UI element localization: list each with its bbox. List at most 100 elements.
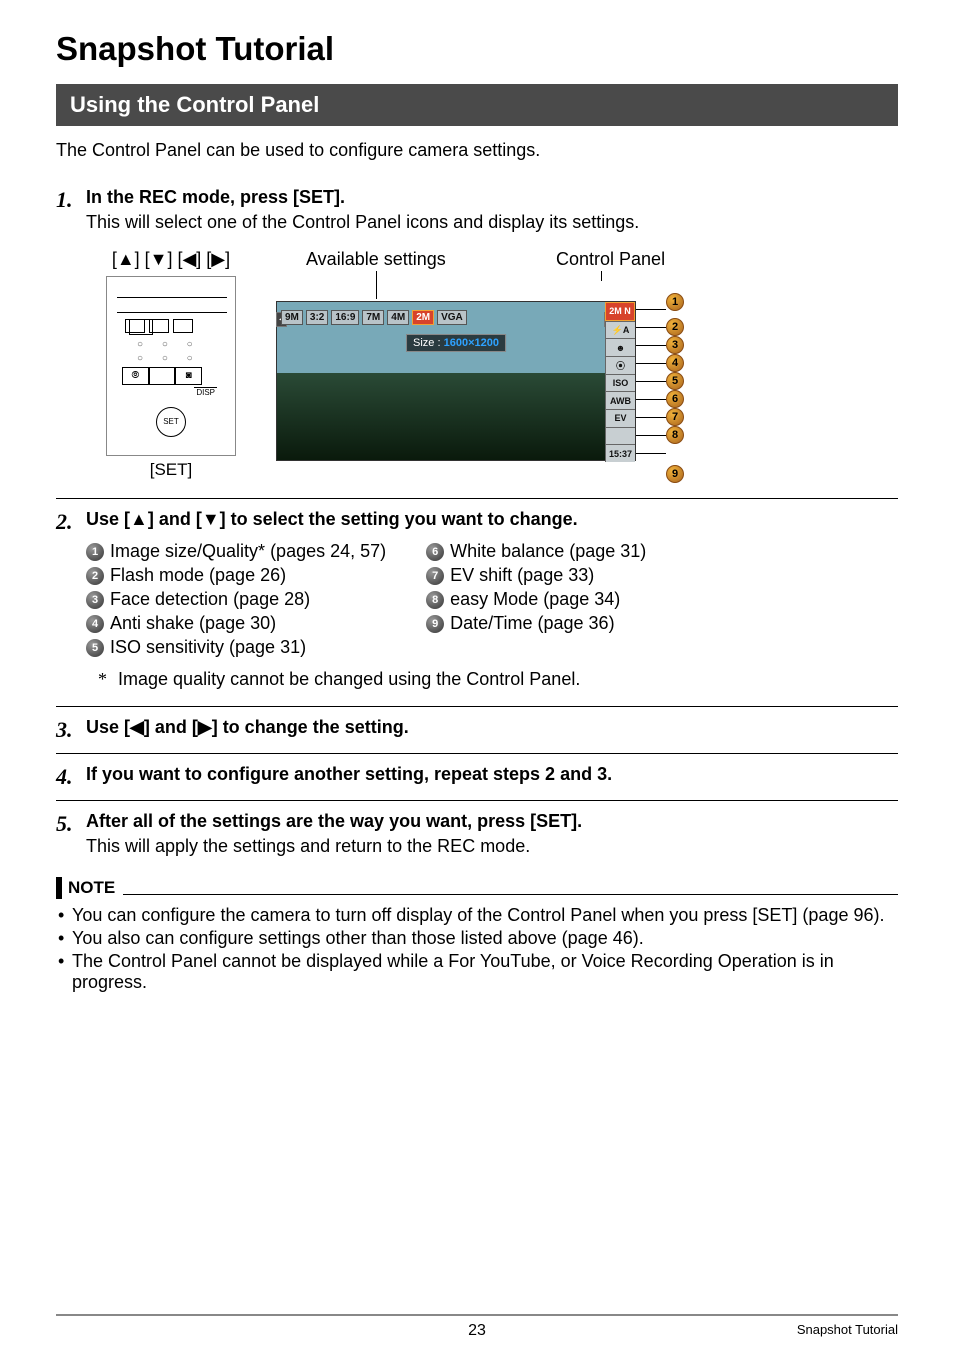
footer-section-text: Snapshot Tutorial [797,1322,898,1337]
callout-5: 5 [666,372,684,390]
cp-item-time: 15:37 [605,444,635,462]
note-rule [123,894,898,895]
step-separator [56,706,898,707]
lcd-option: VGA [437,310,467,325]
camera-lcd: ◂ 9M 3:2 16:9 7M 4M 2M VGA ▸ [276,301,636,461]
callout-2: 2 [666,318,684,336]
callout-3: 3 [666,336,684,354]
setting-text: EV shift (page 33) [450,565,594,586]
callout-7: 7 [666,408,684,426]
asterisk-icon: * [98,669,107,689]
callout-1: 1 [666,293,684,311]
cp-item-antishake: ⦿ [605,356,635,374]
footnote: * Image quality cannot be changed using … [98,669,898,690]
cp-item-flash: ⚡A [605,321,635,339]
cam-disp-label: DISP [194,387,217,397]
step-4: 4. If you want to configure another sett… [56,758,898,790]
callout-line [636,381,666,382]
control-panel-label: Control Panel [556,249,665,270]
document-title: Snapshot Tutorial [56,30,898,68]
setting-text: Face detection (page 28) [110,589,310,610]
step-5-desc: This will apply the settings and return … [86,836,898,857]
arrow-keys-label: [▲] [▼] [◀] [▶] [86,249,256,270]
callout-4: 4 [666,354,684,372]
settings-list: 1Image size/Quality* (pages 24, 57) 2 Fla… [86,538,898,661]
cam-dots: ○ ○ ○ [137,339,201,350]
lcd-size-readout: Size : 1600×1200 [406,334,506,352]
setting-text: Anti shake (page 30) [110,613,276,634]
callout-line [636,417,666,418]
step-number: 1. [56,187,86,488]
control-panel-column: 2M N ⚡A ☻ ⦿ ISO AWB EV 15:37 [605,302,635,462]
lcd-option-selected: 2M [412,310,434,325]
step-number: 2. [56,509,86,696]
step-number: 3. [56,717,86,743]
setting-text: Date/Time (page 36) [450,613,614,634]
available-settings-label: Available settings [306,249,446,270]
bubble-icon: 6 [426,543,444,561]
step-1-desc: This will select one of the Control Pane… [86,212,898,233]
cp-item-iso: ISO [605,374,635,392]
callout-line [636,363,666,364]
bubble-icon: 5 [86,639,104,657]
bubble-icon: 8 [426,591,444,609]
lcd-size-options: 9M 3:2 16:9 7M 4M 2M VGA [281,310,631,325]
section-header: Using the Control Panel [56,84,898,126]
setting-item: 6 White balance (page 31) [426,541,646,562]
footnote-text: Image quality cannot be changed using th… [118,669,580,689]
note-list: You can configure the camera to turn off… [58,905,898,993]
step-1-title: In the REC mode, press [SET]. [86,187,898,208]
step-5: 5. After all of the settings are the way… [56,805,898,857]
callout-9: 9 [666,465,684,483]
setting-item: 8 easy Mode (page 34) [426,589,646,610]
lcd-diagram: Available settings Control Panel ◂ 9M 3:… [276,249,898,467]
setting-text: Image size/Quality* (pages 24, 57) [110,541,386,562]
bubble-icon: 2 [86,567,104,585]
page-number: 23 [468,1322,486,1340]
bubble-icon: 9 [426,615,444,633]
note-bar-icon [56,877,62,899]
cam-mode-box [173,319,193,333]
note-item: You also can configure settings other th… [72,928,898,949]
callout-line [636,435,666,436]
setting-text: ISO sensitivity (page 31) [110,637,306,658]
lcd-option: 16:9 [331,310,359,325]
callout-8: 8 [666,426,684,444]
cam-mode-box [149,319,169,333]
step-separator [56,498,898,499]
cam-mode-box [125,319,145,333]
step-3-title: Use [◀] and [▶] to change the setting. [86,717,898,738]
note-block: NOTE You can configure the camera to tur… [56,877,898,993]
step-separator [56,800,898,801]
step-2-title: Use [▲] and [▼] to select the setting yo… [86,509,898,530]
bubble-icon: 4 [86,615,104,633]
lcd-size-prefix: Size : [413,337,441,349]
setting-item: 2 Flash mode (page 26) [86,565,386,586]
step-4-title: If you want to configure another setting… [86,764,898,785]
setting-text: White balance (page 31) [450,541,646,562]
lcd-size-value: 1600×1200 [444,337,499,349]
step-number: 4. [56,764,86,790]
setting-item: 1Image size/Quality* (pages 24, 57) [86,541,386,562]
footer-rule [56,1314,898,1316]
setting-text: Flash mode (page 26) [110,565,286,586]
lcd-option: 3:2 [306,310,328,325]
setting-text: easy Mode (page 34) [450,589,620,610]
step-separator [56,753,898,754]
step-number: 5. [56,811,86,857]
cam-dots: ○ ○ ○ [137,353,201,364]
bubble-icon: 7 [426,567,444,585]
step-2: 2. Use [▲] and [▼] to select the setting… [56,503,898,696]
cp-item-easy [605,427,635,445]
callout-line [636,345,666,346]
callout-line [636,453,666,454]
note-item: You can configure the camera to turn off… [72,905,898,926]
callout-6: 6 [666,390,684,408]
note-item: The Control Panel cannot be displayed wh… [72,951,898,993]
cp-item-image-size: 2M N [605,302,635,321]
step-3: 3. Use [◀] and [▶] to change the setting… [56,711,898,743]
setting-item: 5 ISO sensitivity (page 31) [86,637,386,658]
setting-item: 4 Anti shake (page 30) [86,613,386,634]
step-1: 1. In the REC mode, press [SET]. This wi… [56,181,898,488]
cam-control-box: ⦾◙ [122,367,202,385]
